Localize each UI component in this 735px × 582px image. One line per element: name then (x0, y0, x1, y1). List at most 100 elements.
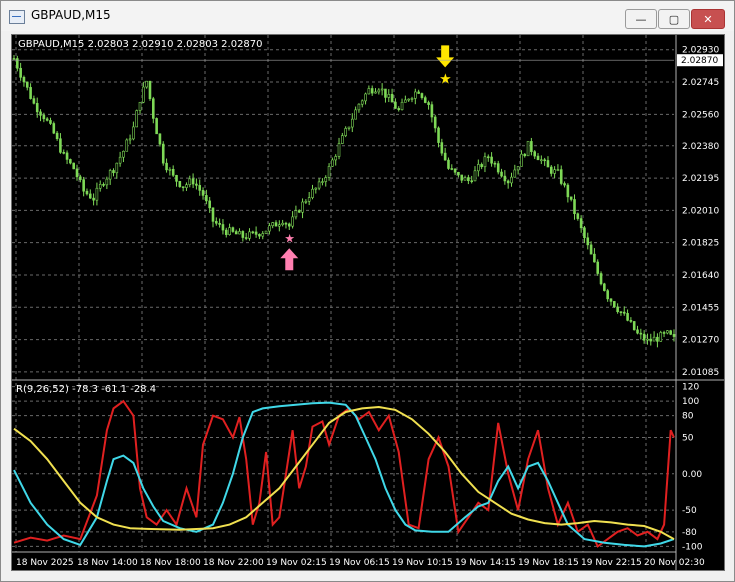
candle-body (450, 168, 454, 170)
candle-body (258, 234, 261, 237)
candle-body (331, 159, 334, 167)
candle-body (108, 170, 112, 180)
candle-body (649, 338, 653, 342)
candle-body (400, 101, 404, 111)
candle-body (168, 168, 172, 171)
candle-body (79, 176, 82, 180)
candle-body (191, 178, 195, 185)
candle-body (287, 223, 291, 227)
candle-body (420, 93, 424, 98)
indicator-header: R(9,26,52) -78.3 -61.1 -28.4 (16, 384, 156, 395)
candle-body (430, 104, 434, 118)
candle-body (29, 87, 32, 99)
candle-body (201, 190, 205, 196)
candle-body (404, 99, 407, 103)
candle-body (387, 94, 391, 98)
price-tick-label: 2.01270 (682, 336, 719, 346)
candle-body (523, 153, 527, 157)
candle-body (145, 80, 148, 88)
candle-body (274, 222, 278, 227)
candle-body (347, 126, 351, 129)
price-chart: ★★ (12, 45, 676, 348)
candle-body (510, 176, 513, 184)
minimize-button[interactable]: — (625, 9, 657, 29)
candle-body (122, 150, 125, 158)
candle-body (467, 177, 470, 182)
price-tick-label: 2.02560 (682, 110, 719, 120)
candle-body (254, 231, 258, 235)
candle-body (178, 181, 182, 187)
candle-body (433, 116, 437, 129)
candle-body (22, 76, 26, 83)
candle-body (105, 178, 109, 186)
candle-body (248, 231, 251, 239)
candle-body (12, 58, 16, 60)
candle-body (264, 230, 268, 234)
candle-body (278, 224, 281, 227)
chart-window-icon (9, 10, 25, 24)
candle-body (540, 159, 543, 162)
candle-body (268, 225, 271, 232)
grid (12, 35, 674, 552)
x-tick-label: 19 Nov 06:15 (329, 558, 390, 568)
title-bar[interactable]: GBPAUD,M15 — ▢ ✕ (1, 1, 734, 31)
candle-body (175, 175, 178, 182)
candle-body (35, 103, 39, 113)
candle-body (102, 184, 105, 186)
price-tick-label: 2.02380 (682, 142, 719, 152)
candle-body (251, 231, 255, 234)
candle-body (301, 201, 304, 213)
candle-body (221, 224, 225, 231)
candle-body (321, 181, 324, 183)
candle-body (377, 89, 381, 93)
candle-body (496, 163, 500, 173)
candle-body (19, 67, 22, 78)
candle-body (417, 91, 420, 94)
candle-body (546, 160, 550, 168)
candle-body (586, 237, 590, 246)
candle-body (52, 123, 56, 134)
candle-body (636, 329, 639, 334)
candle-body (228, 227, 231, 235)
indicator-tick-label: -50 (682, 506, 697, 516)
price-tick-label: 2.01455 (682, 303, 719, 313)
candle-body (410, 98, 414, 100)
candle-body (593, 253, 596, 263)
candle-body (138, 101, 142, 111)
candle-body (530, 141, 533, 152)
candle-body (211, 207, 215, 222)
candle-body (118, 156, 122, 164)
candle-body (380, 88, 384, 91)
candle-body (599, 273, 603, 285)
candle-body (341, 135, 344, 144)
candle-body (311, 188, 314, 198)
candle-body (397, 108, 401, 111)
candle-body (669, 330, 672, 335)
maximize-button[interactable]: ▢ (658, 9, 690, 29)
candle-body (559, 169, 563, 184)
candle-body (470, 180, 473, 183)
candle-body (218, 222, 221, 225)
candle-body (205, 195, 208, 202)
close-button[interactable]: ✕ (691, 9, 725, 29)
chart-canvas[interactable]: ★★ 18 Nov 2025 18 Nov 14:00 18 Nov 18:00 18… (12, 35, 724, 570)
candle-body (407, 98, 410, 101)
chart-area[interactable]: ★ ★ 18 Nov 2025 18 Nov 14:00 18 Nov 18:00 18… (11, 34, 725, 571)
buy-signal-marker: ★ (280, 231, 299, 271)
candle-body (659, 332, 663, 342)
indicator-tick-label: 50 (682, 433, 694, 443)
candle-body (294, 210, 298, 218)
candle-body (142, 86, 145, 103)
chart-window: GBPAUD,M15 — ▢ ✕ ★ ★ 18 Nov 2025 18 Nov 14… (0, 0, 735, 582)
candle-body (327, 166, 331, 178)
candle-body (622, 311, 626, 314)
candle-body (414, 91, 417, 99)
candle-body (662, 332, 666, 334)
candle-body (350, 118, 354, 128)
candle-body (65, 152, 69, 160)
x-tick-label: 19 Nov 14:15 (455, 558, 516, 568)
candle-body (185, 184, 188, 188)
candle-body (32, 98, 36, 104)
candle-body (25, 81, 29, 88)
candle-body (158, 133, 162, 145)
